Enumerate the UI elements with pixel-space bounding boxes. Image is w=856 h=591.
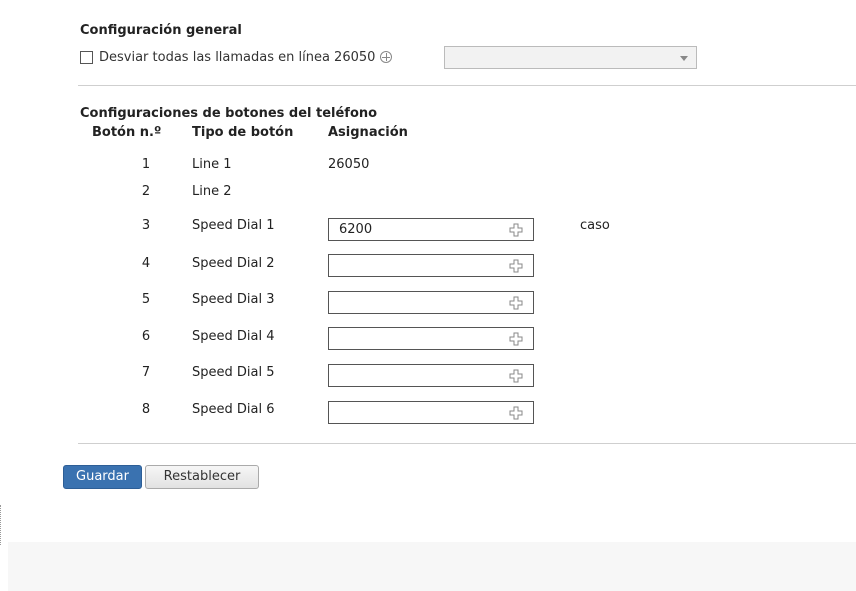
chevron-down-icon: [680, 56, 688, 61]
row-2-type: Line 2: [192, 184, 232, 199]
speed-dial-1-input[interactable]: 6200: [328, 218, 534, 241]
speed-dial-5-input[interactable]: [328, 364, 534, 387]
speed-dial-1-value: 6200: [339, 222, 373, 237]
row-1-assignment: 26050: [328, 157, 370, 172]
general-section-title: Configuración general: [80, 23, 242, 38]
row-8-number: 8: [141, 402, 151, 417]
row-1-type: Line 1: [192, 157, 232, 172]
speed-dial-1-note: caso: [580, 218, 610, 233]
plus-icon[interactable]: [509, 223, 523, 237]
row-2-number: 2: [141, 184, 151, 199]
footer-area: [8, 542, 856, 591]
speed-dial-3-input[interactable]: [328, 291, 534, 314]
speed-dial-4-input[interactable]: [328, 327, 534, 350]
row-7-type: Speed Dial 5: [192, 365, 275, 380]
plus-icon[interactable]: [509, 406, 523, 420]
forward-all-label: Desviar todas las llamadas en línea 2605…: [99, 49, 376, 65]
row-6-type: Speed Dial 4: [192, 329, 275, 344]
speed-dial-2-input[interactable]: [328, 254, 534, 277]
row-7-number: 7: [141, 365, 151, 380]
row-8-type: Speed Dial 6: [192, 402, 275, 417]
buttons-section-title: Configuraciones de botones del teléfono: [80, 106, 378, 121]
header-assignment: Asignación: [328, 125, 408, 140]
resize-handle[interactable]: [0, 505, 5, 545]
row-3-type: Speed Dial 1: [192, 218, 275, 233]
row-4-type: Speed Dial 2: [192, 256, 275, 271]
row-3-number: 3: [141, 218, 151, 233]
actions-divider: [78, 443, 856, 444]
row-4-number: 4: [141, 256, 151, 271]
plus-icon[interactable]: [509, 259, 523, 273]
plus-icon[interactable]: [509, 332, 523, 346]
row-5-number: 5: [141, 292, 151, 307]
circle-plus-icon[interactable]: [380, 51, 393, 63]
reset-button[interactable]: Restablecer: [145, 465, 259, 489]
forward-target-select[interactable]: [444, 46, 697, 69]
row-1-number: 1: [141, 157, 151, 172]
row-6-number: 6: [141, 329, 151, 344]
section-divider: [78, 85, 856, 86]
save-button[interactable]: Guardar: [63, 465, 142, 489]
header-button-type: Tipo de botón: [192, 125, 294, 140]
plus-icon[interactable]: [509, 296, 523, 310]
row-5-type: Speed Dial 3: [192, 292, 275, 307]
forward-all-row: Desviar todas las llamadas en línea 2605…: [80, 46, 393, 68]
speed-dial-6-input[interactable]: [328, 401, 534, 424]
plus-icon[interactable]: [509, 369, 523, 383]
header-button-number: Botón n.º: [92, 125, 162, 140]
forward-all-checkbox[interactable]: [80, 50, 93, 64]
